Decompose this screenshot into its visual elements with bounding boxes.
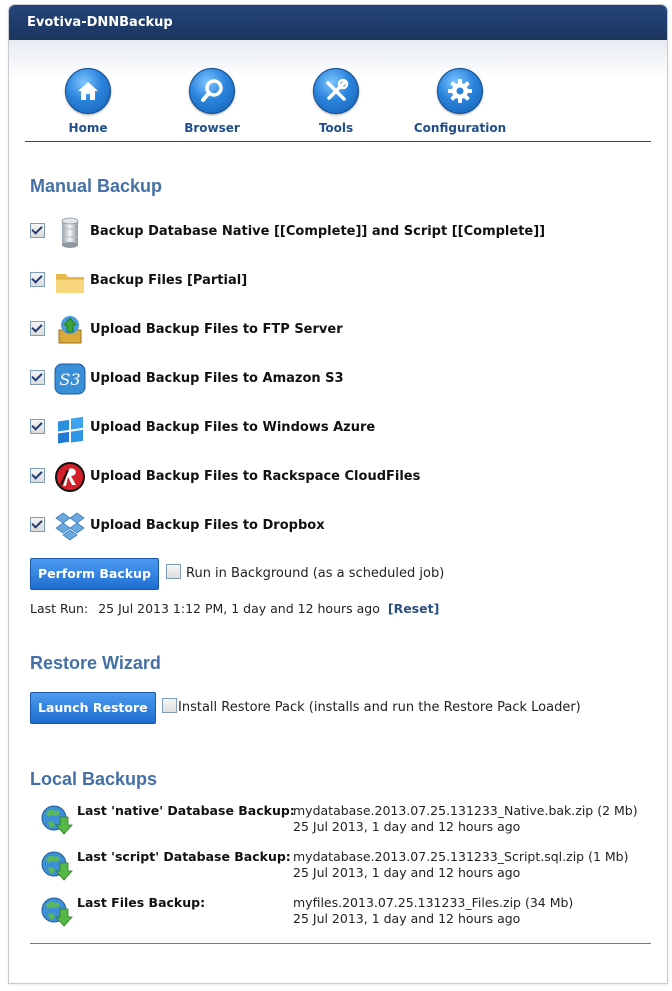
rackspace-icon [54,461,86,493]
amazon-s3-icon: S3 [54,363,86,395]
folder-icon [54,265,86,297]
option-checkbox[interactable] [30,468,45,483]
database-icon [54,216,86,248]
local-backup-native: Last 'native' Database Backup: mydatabas… [40,803,650,847]
nav-tools[interactable]: Tools [281,68,391,135]
install-restore-pack-checkbox[interactable] [162,698,177,713]
option-label: Upload Backup Files to Windows Azure [90,420,376,435]
gear-icon [437,68,483,114]
last-run-value: 25 Jul 2013 1:12 PM, 1 day and 12 hours … [98,601,380,616]
option-upload-azure: Upload Backup Files to Windows Azure [30,412,630,444]
tools-icon [313,68,359,114]
perform-backup-button[interactable]: Perform Backup [30,558,159,590]
manual-backup-title: Manual Backup [30,176,163,196]
module-title-bar: Evotiva-DNNBackup [9,5,667,40]
nav-home[interactable]: Home [33,68,143,135]
nav-configuration-label: Configuration [413,121,507,135]
svg-text:S3: S3 [59,370,80,389]
globe-download-icon [40,849,74,883]
run-background-checkbox[interactable] [166,564,181,579]
local-backup-file: myfiles.2013.07.25.131233_Files.zip (34 … [293,895,574,910]
last-run-label: Last Run: [30,601,89,616]
last-run: Last Run: 25 Jul 2013 1:12 PM, 1 day and … [30,601,439,616]
option-label: Upload Backup Files to FTP Server [90,322,343,337]
option-upload-dropbox: Upload Backup Files to Dropbox [30,510,630,542]
nav-tools-label: Tools [318,121,354,135]
nav-home-label: Home [68,121,108,135]
local-backup-date: 25 Jul 2013, 1 day and 12 hours ago [293,911,521,926]
option-checkbox[interactable] [30,370,45,385]
run-background-label: Run in Background (as a scheduled job) [186,566,445,581]
local-backup-label: Last 'native' Database Backup: [77,803,295,818]
option-backup-database: Backup Database Native [[Complete]] and … [30,216,630,248]
windows-azure-icon [54,412,86,444]
restore-wizard-title: Restore Wizard [30,653,161,673]
local-backup-file: mydatabase.2013.07.25.131233_Script.sql.… [293,849,629,864]
option-checkbox[interactable] [30,272,45,287]
local-backup-date: 25 Jul 2013, 1 day and 12 hours ago [293,865,521,880]
local-backup-label: Last 'script' Database Backup: [77,849,291,864]
globe-download-icon [40,803,74,837]
local-backup-file: mydatabase.2013.07.25.131233_Native.bak.… [293,803,638,818]
option-upload-ftp: Upload Backup Files to FTP Server [30,314,630,346]
globe-download-icon [40,895,74,929]
ftp-upload-icon [54,314,86,346]
option-label: Backup Database Native [[Complete]] and … [90,224,546,239]
dropbox-icon [54,510,86,542]
install-restore-pack-label: Install Restore Pack (installs and run t… [178,700,581,715]
local-backup-label: Last Files Backup: [77,895,206,910]
option-label: Upload Backup Files to Rackspace CloudFi… [90,469,421,484]
nav-divider [25,141,651,142]
option-backup-files: Backup Files [Partial] [30,265,630,297]
local-backup-files: Last Files Backup: myfiles.2013.07.25.13… [40,895,650,939]
launch-restore-button[interactable]: Launch Restore [30,692,156,724]
option-upload-rackspace: Upload Backup Files to Rackspace CloudFi… [30,461,630,493]
local-backups-title: Local Backups [30,769,158,789]
bottom-divider [30,943,651,944]
option-label: Upload Backup Files to Amazon S3 [90,371,344,386]
magnifier-icon [189,68,235,114]
reset-link[interactable]: [Reset] [388,601,439,616]
option-checkbox[interactable] [30,223,45,238]
local-backup-date: 25 Jul 2013, 1 day and 12 hours ago [293,819,521,834]
option-upload-s3: S3 Upload Backup Files to Amazon S3 [30,363,630,395]
option-checkbox[interactable] [30,419,45,434]
option-label: Backup Files [Partial] [90,273,248,288]
home-icon [65,68,111,114]
option-checkbox[interactable] [30,517,45,532]
module-title: Evotiva-DNNBackup [27,15,173,30]
local-backup-script: Last 'script' Database Backup: mydatabas… [40,849,650,893]
option-label: Upload Backup Files to Dropbox [90,518,325,533]
nav-browser-label: Browser [184,121,240,135]
nav-configuration[interactable]: Configuration [405,68,515,135]
option-checkbox[interactable] [30,321,45,336]
nav-browser[interactable]: Browser [157,68,267,135]
